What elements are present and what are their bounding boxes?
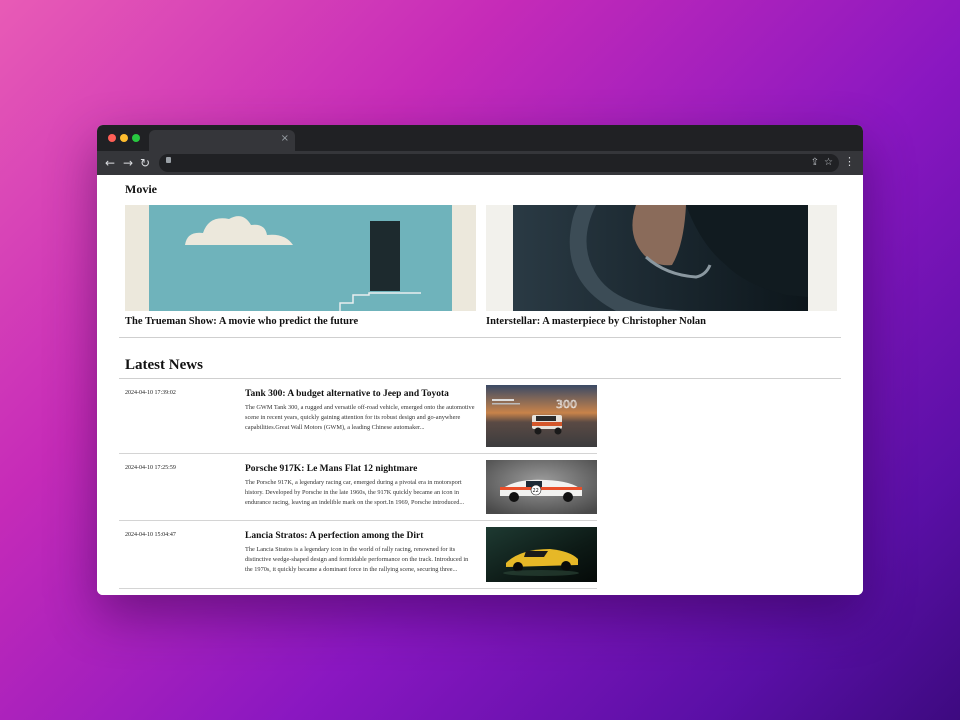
movie-poster-trueman[interactable] [125, 205, 476, 311]
news-date: 2024-04-10 15:04:47 [125, 532, 176, 538]
section-divider [119, 337, 841, 338]
news-item-lancia-stratos[interactable]: 2024-04-10 15:04:47 Lancia Stratos: A pe… [125, 527, 597, 582]
browser-menu-icon[interactable]: ⋮ [844, 155, 855, 168]
news-headline[interactable]: Porsche 917K: Le Mans Flat 12 nightmare [245, 464, 417, 474]
movie-caption[interactable]: The Trueman Show: A movie who predict th… [125, 316, 476, 327]
news-row-divider [119, 588, 597, 589]
news-headline[interactable]: Lancia Stratos: A perfection among the D… [245, 531, 423, 541]
news-date: 2024-04-10 17:25:59 [125, 465, 176, 471]
minimize-window-button[interactable] [120, 134, 128, 142]
movie-section-title: Movie [125, 182, 157, 196]
browser-tab[interactable]: × [149, 130, 295, 151]
movie-card-interstellar[interactable]: Interstellar: A masterpiece by Christoph… [486, 205, 837, 327]
bookmark-star-icon[interactable]: ☆ [824, 155, 833, 171]
latest-news-title: Latest News [125, 357, 203, 373]
movie-caption[interactable]: Interstellar: A masterpiece by Christoph… [486, 316, 837, 327]
news-thumbnail[interactable]: 300 [486, 385, 597, 447]
browser-window: × ← → ↻ ⇪ ☆ ⋮ Movie The Trueman Show: A … [97, 125, 863, 595]
news-excerpt: The Lancia Stratos is a legendary icon i… [245, 546, 469, 573]
page-content: Movie The Trueman Show: A movie who pred… [97, 175, 863, 595]
news-thumbnail[interactable] [486, 527, 597, 582]
forward-arrow-icon[interactable]: → [123, 155, 133, 171]
news-row-divider [119, 520, 597, 521]
thumbnail-text: 22 [533, 488, 539, 494]
movie-poster-interstellar[interactable] [486, 205, 837, 311]
browser-titlebar: × [97, 125, 863, 151]
tab-close-icon[interactable]: × [281, 133, 289, 144]
movie-card-trueman[interactable]: The Trueman Show: A movie who predict th… [125, 205, 476, 327]
reload-icon[interactable]: ↻ [140, 155, 150, 171]
back-arrow-icon[interactable]: ← [105, 155, 115, 171]
news-headline[interactable]: Tank 300: A budget alternative to Jeep a… [245, 389, 449, 399]
close-window-button[interactable] [108, 134, 116, 142]
share-icon[interactable]: ⇪ [811, 155, 819, 171]
news-excerpt: The GWM Tank 300, a rugged and versatile… [245, 404, 475, 431]
news-excerpt: The Porsche 917K, a legendary racing car… [245, 479, 465, 506]
section-divider [119, 378, 841, 379]
news-date: 2024-04-10 17:39:02 [125, 390, 176, 396]
maximize-window-button[interactable] [132, 134, 140, 142]
news-row-divider [119, 453, 597, 454]
lock-icon [166, 157, 171, 163]
news-item-tank300[interactable]: 2024-04-10 17:39:02 Tank 300: A budget a… [125, 385, 597, 447]
address-bar[interactable]: ⇪ ☆ [159, 154, 839, 172]
news-thumbnail[interactable]: 22 [486, 460, 597, 514]
browser-toolbar: ← → ↻ ⇪ ☆ ⋮ [97, 151, 863, 175]
thumbnail-text: 300 [556, 398, 577, 411]
news-item-porsche917k[interactable]: 2024-04-10 17:25:59 Porsche 917K: Le Man… [125, 460, 597, 514]
